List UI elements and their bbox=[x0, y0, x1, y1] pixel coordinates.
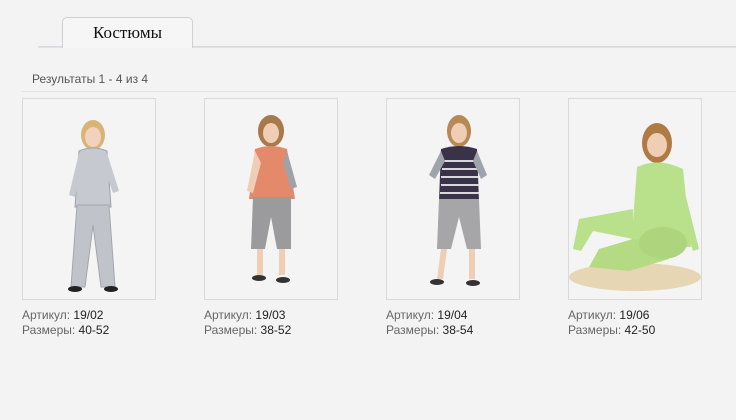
product-photo[interactable] bbox=[568, 98, 702, 300]
results-count: Результаты 1 - 4 из 4 bbox=[32, 72, 149, 86]
product-sizes: Размеры: 38-52 bbox=[204, 323, 292, 337]
product-photo[interactable] bbox=[204, 98, 338, 300]
results-divider bbox=[22, 91, 736, 92]
category-tabbar: Костюмы bbox=[0, 0, 736, 48]
product-article: Артикул: 19/02 bbox=[22, 308, 104, 322]
product-sizes: Размеры: 40-52 bbox=[22, 323, 110, 337]
product-card: Артикул: 19/06 Размеры: 42-50 bbox=[568, 98, 736, 338]
product-card: Артикул: 19/02 Размеры: 40-52 bbox=[22, 98, 192, 338]
product-article: Артикул: 19/06 bbox=[568, 308, 650, 322]
product-photo[interactable] bbox=[22, 98, 156, 300]
product-article: Артикул: 19/04 bbox=[386, 308, 468, 322]
product-card: Артикул: 19/04 Размеры: 38-54 bbox=[386, 98, 556, 338]
product-card: Артикул: 19/03 Размеры: 38-52 bbox=[204, 98, 374, 338]
tab-costumes[interactable]: Костюмы bbox=[62, 17, 193, 48]
product-article: Артикул: 19/03 bbox=[204, 308, 286, 322]
product-photo[interactable] bbox=[386, 98, 520, 300]
product-sizes: Размеры: 38-54 bbox=[386, 323, 474, 337]
product-sizes: Размеры: 42-50 bbox=[568, 323, 656, 337]
